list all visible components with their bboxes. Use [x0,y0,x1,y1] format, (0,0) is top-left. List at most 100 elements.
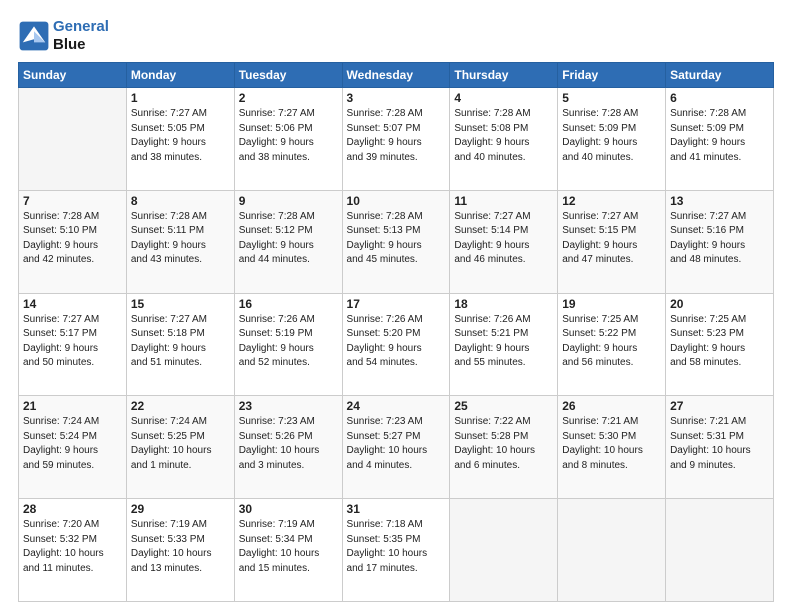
day-info: Sunrise: 7:27 AM Sunset: 5:06 PM Dayligh… [239,107,338,165]
day-info: Sunrise: 7:21 AM Sunset: 5:31 PM Dayligh… [670,415,769,473]
day-info: Sunrise: 7:20 AM Sunset: 5:32 PM Dayligh… [23,518,122,576]
logo-icon [18,20,50,52]
day-info: Sunrise: 7:18 AM Sunset: 5:35 PM Dayligh… [347,518,446,576]
day-info: Sunrise: 7:24 AM Sunset: 5:24 PM Dayligh… [23,415,122,473]
day-number: 21 [23,399,122,413]
col-header-friday: Friday [558,63,666,88]
calendar-cell: 13Sunrise: 7:27 AM Sunset: 5:16 PM Dayli… [666,190,774,293]
day-info: Sunrise: 7:22 AM Sunset: 5:28 PM Dayligh… [454,415,553,473]
calendar-cell: 27 Sunrise: 7:21 AM Sunset: 5:31 PM Dayli… [666,396,774,499]
day-number: 11 [454,194,553,208]
col-header-thursday: Thursday [450,63,558,88]
header: General Blue [18,18,774,54]
day-info: Sunrise: 7:27 AM Sunset: 5:17 PM Dayligh… [23,313,122,371]
day-number: 12 [562,194,661,208]
calendar-cell: 9 Sunrise: 7:28 AM Sunset: 5:12 PM Daylig… [234,190,342,293]
day-info: Sunrise: 7:28 AM Sunset: 5:09 PM Dayligh… [562,107,661,165]
calendar: SundayMondayTuesdayWednesdayThursdayFrid… [18,62,774,602]
calendar-cell: 24 Sunrise: 7:23 AM Sunset: 5:27 PM Dayli… [342,396,450,499]
calendar-cell: 22Sunrise: 7:24 AM Sunset: 5:25 PM Dayli… [126,396,234,499]
day-info: Sunrise: 7:28 AM Sunset: 5:09 PM Dayligh… [670,107,769,165]
calendar-cell: 11 Sunrise: 7:27 AM Sunset: 5:14 PM Dayli… [450,190,558,293]
day-number: 18 [454,297,553,311]
day-number: 31 [347,502,446,516]
day-info: Sunrise: 7:26 AM Sunset: 5:19 PM Dayligh… [239,313,338,371]
calendar-cell: 14 Sunrise: 7:27 AM Sunset: 5:17 PM Dayli… [19,293,127,396]
day-number: 24 [347,399,446,413]
day-number: 28 [23,502,122,516]
day-number: 30 [239,502,338,516]
day-number: 15 [131,297,230,311]
calendar-cell: 21 Sunrise: 7:24 AM Sunset: 5:24 PM Dayli… [19,396,127,499]
calendar-cell: 20 Sunrise: 7:25 AM Sunset: 5:23 PM Dayli… [666,293,774,396]
calendar-cell: 30 Sunrise: 7:19 AM Sunset: 5:34 PM Dayli… [234,499,342,602]
calendar-cell: 10 Sunrise: 7:28 AM Sunset: 5:13 PM Dayli… [342,190,450,293]
calendar-cell: 4Sunrise: 7:28 AM Sunset: 5:08 PM Daylig… [450,88,558,191]
day-number: 25 [454,399,553,413]
logo-general: General [53,18,109,35]
day-number: 7 [23,194,122,208]
day-info: Sunrise: 7:28 AM Sunset: 5:10 PM Dayligh… [23,210,122,268]
day-number: 14 [23,297,122,311]
calendar-cell: 25 Sunrise: 7:22 AM Sunset: 5:28 PM Dayli… [450,396,558,499]
day-info: Sunrise: 7:19 AM Sunset: 5:34 PM Dayligh… [239,518,338,576]
day-number: 2 [239,91,338,105]
day-info: Sunrise: 7:21 AM Sunset: 5:30 PM Dayligh… [562,415,661,473]
page: General Blue SundayMondayTuesdayWednesda… [0,0,792,612]
day-info: Sunrise: 7:27 AM Sunset: 5:14 PM Dayligh… [454,210,553,268]
logo-text: General Blue [53,18,109,54]
day-number: 9 [239,194,338,208]
day-info: Sunrise: 7:26 AM Sunset: 5:21 PM Dayligh… [454,313,553,371]
calendar-cell: 5 Sunrise: 7:28 AM Sunset: 5:09 PM Daylig… [558,88,666,191]
day-number: 23 [239,399,338,413]
day-info: Sunrise: 7:23 AM Sunset: 5:27 PM Dayligh… [347,415,446,473]
day-number: 17 [347,297,446,311]
day-number: 22 [131,399,230,413]
day-info: Sunrise: 7:27 AM Sunset: 5:05 PM Dayligh… [131,107,230,165]
day-info: Sunrise: 7:25 AM Sunset: 5:23 PM Dayligh… [670,313,769,371]
day-number: 29 [131,502,230,516]
calendar-cell: 12 Sunrise: 7:27 AM Sunset: 5:15 PM Dayli… [558,190,666,293]
day-number: 19 [562,297,661,311]
calendar-cell: 7 Sunrise: 7:28 AM Sunset: 5:10 PM Daylig… [19,190,127,293]
day-number: 27 [670,399,769,413]
day-number: 13 [670,194,769,208]
day-number: 1 [131,91,230,105]
day-number: 26 [562,399,661,413]
calendar-cell: 29 Sunrise: 7:19 AM Sunset: 5:33 PM Dayli… [126,499,234,602]
day-number: 5 [562,91,661,105]
calendar-cell: 8Sunrise: 7:28 AM Sunset: 5:11 PM Daylig… [126,190,234,293]
day-info: Sunrise: 7:23 AM Sunset: 5:26 PM Dayligh… [239,415,338,473]
day-info: Sunrise: 7:26 AM Sunset: 5:20 PM Dayligh… [347,313,446,371]
day-info: Sunrise: 7:25 AM Sunset: 5:22 PM Dayligh… [562,313,661,371]
calendar-cell: 6 Sunrise: 7:28 AM Sunset: 5:09 PM Daylig… [666,88,774,191]
day-number: 6 [670,91,769,105]
day-info: Sunrise: 7:19 AM Sunset: 5:33 PM Dayligh… [131,518,230,576]
calendar-cell: 1 Sunrise: 7:27 AM Sunset: 5:05 PM Daylig… [126,88,234,191]
day-number: 10 [347,194,446,208]
calendar-cell: 19 Sunrise: 7:25 AM Sunset: 5:22 PM Dayli… [558,293,666,396]
calendar-cell: 3 Sunrise: 7:28 AM Sunset: 5:07 PM Daylig… [342,88,450,191]
day-number: 4 [454,91,553,105]
day-number: 16 [239,297,338,311]
day-info: Sunrise: 7:28 AM Sunset: 5:07 PM Dayligh… [347,107,446,165]
calendar-cell: 18 Sunrise: 7:26 AM Sunset: 5:21 PM Dayli… [450,293,558,396]
calendar-cell: 16 Sunrise: 7:26 AM Sunset: 5:19 PM Dayli… [234,293,342,396]
day-info: Sunrise: 7:28 AM Sunset: 5:11 PM Dayligh… [131,210,230,268]
calendar-cell: 26 Sunrise: 7:21 AM Sunset: 5:30 PM Dayli… [558,396,666,499]
day-info: Sunrise: 7:27 AM Sunset: 5:15 PM Dayligh… [562,210,661,268]
day-info: Sunrise: 7:28 AM Sunset: 5:13 PM Dayligh… [347,210,446,268]
col-header-tuesday: Tuesday [234,63,342,88]
col-header-wednesday: Wednesday [342,63,450,88]
calendar-cell [558,499,666,602]
calendar-cell: 2 Sunrise: 7:27 AM Sunset: 5:06 PM Daylig… [234,88,342,191]
col-header-monday: Monday [126,63,234,88]
day-info: Sunrise: 7:27 AM Sunset: 5:18 PM Dayligh… [131,313,230,371]
day-number: 20 [670,297,769,311]
calendar-cell: 23 Sunrise: 7:23 AM Sunset: 5:26 PM Dayli… [234,396,342,499]
calendar-cell [666,499,774,602]
calendar-cell [19,88,127,191]
day-info: Sunrise: 7:28 AM Sunset: 5:12 PM Dayligh… [239,210,338,268]
calendar-cell: 17 Sunrise: 7:26 AM Sunset: 5:20 PM Dayli… [342,293,450,396]
day-number: 3 [347,91,446,105]
